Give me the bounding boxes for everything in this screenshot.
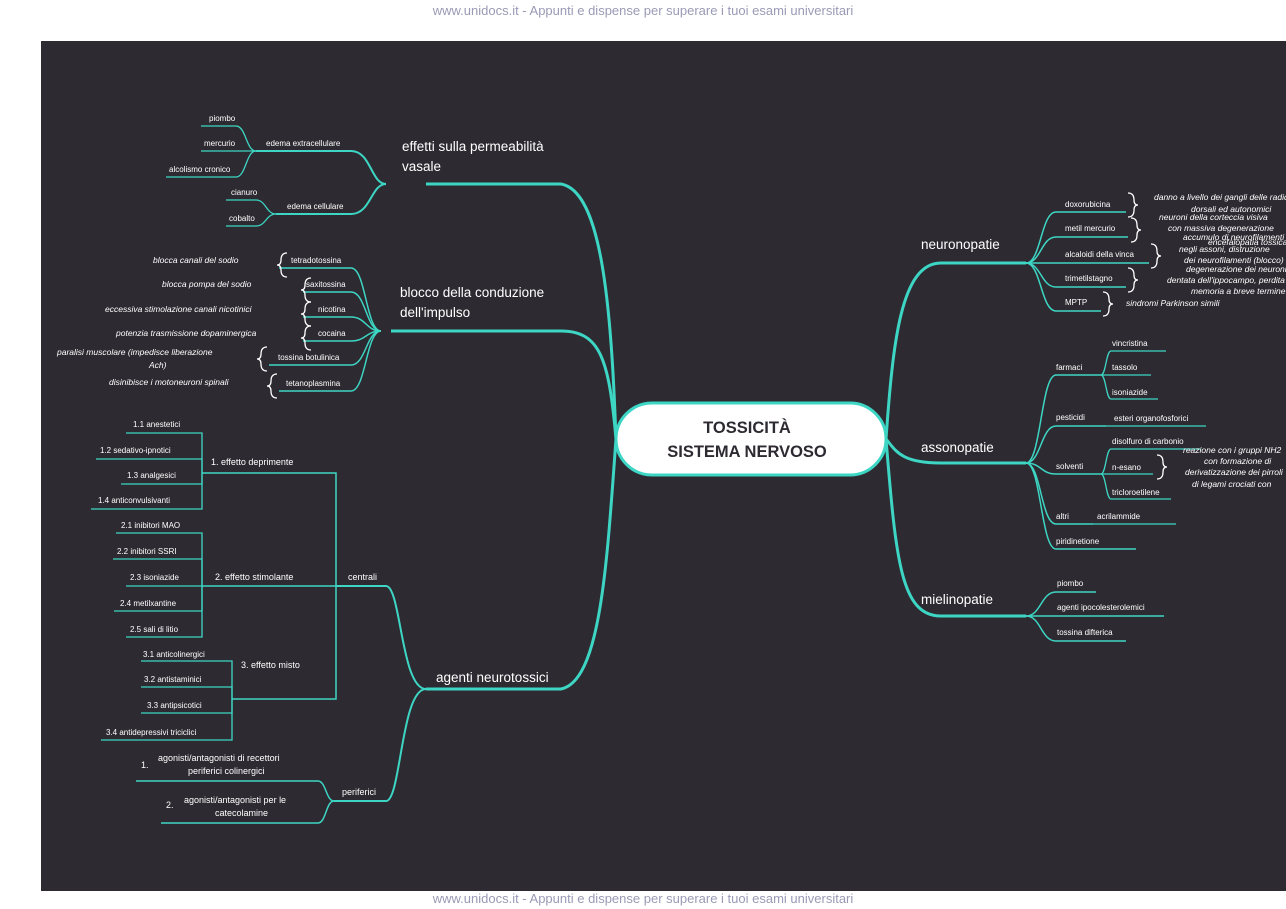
conduzione-item-5: tossina botulinica — [278, 353, 340, 362]
periferici-item-1-line1: agonisti/antagonisti di recettori — [158, 753, 280, 763]
misto-label: 3. effetto misto — [241, 660, 300, 670]
conduzione-note-6: disinibisce i motoneuroni spinali — [109, 377, 230, 387]
neuronopatie-note-3c: negli assoni, distruzione — [1179, 244, 1270, 254]
conduzione-note-4: potenzia trasmissione dopaminergica — [115, 328, 257, 338]
conduzione-item-6: tetanoplasmina — [286, 379, 341, 388]
branch-assonopatie-label: assonopatie — [921, 440, 994, 455]
branch-mielinopatie-label: mielinopatie — [921, 592, 993, 607]
farmaci-item-3: isoniazide — [1112, 388, 1148, 397]
neuronopatie-item-4: trimetilstagno — [1065, 274, 1113, 283]
stimolante-item-3: 2.3 isoniazide — [130, 573, 179, 582]
solventi-item-1: disolfuro di carbonio — [1112, 437, 1184, 446]
conduzione-note-3: eccessiva stimolazione canali nicotinici — [105, 304, 253, 314]
solventi-item-3: tricloroetilene — [1112, 488, 1160, 497]
neuronopatie-item-3: alcaloidi della vinca — [1065, 250, 1134, 259]
watermark-bottom: www.unidocs.it - Appunti e dispense per … — [432, 891, 854, 906]
branch-assonopatie[interactable]: assonopatie farmaci pesticidi solventi a… — [921, 339, 1284, 550]
deprimente-item-3: 1.3 analgesici — [127, 471, 176, 480]
neuronopatie-item-1: doxorubicina — [1065, 200, 1111, 209]
mielinopatie-item-2: agenti ipocolesterolemici — [1057, 603, 1145, 612]
edema-cellulare: edema cellulare — [287, 202, 344, 211]
branch-permeabilita-line2: vasale — [402, 159, 441, 174]
branch-mielinopatie[interactable]: mielinopatie piombo agenti ipocolesterol… — [921, 579, 1164, 642]
neuronopatie-note-4c: memoria a breve termine — [1191, 286, 1286, 296]
cell-item-2: cobalto — [229, 214, 255, 223]
branch-permeabilita-line1: effetti sulla permeabilità — [402, 139, 544, 154]
deprimente-item-2: 1.2 sedativo-ipnotici — [100, 446, 171, 455]
conduzione-note-5b: Ach) — [148, 360, 167, 370]
solventi-note-3: derivatizzazione dei pirroli — [1185, 467, 1284, 477]
stimolante-label: 2. effetto stimolante — [215, 572, 293, 582]
periferici-item-2-num: 2. — [166, 800, 174, 810]
periferici-item-2-line1: agonisti/antagonisti per le — [184, 795, 286, 805]
mielinopatie-item-3: tossina difterica — [1057, 628, 1113, 637]
neuronopatie-item-2: metil mercurio — [1065, 224, 1116, 233]
piridinetione-label: piridinetione — [1056, 537, 1100, 546]
pesticidi-item-1: esteri organofosforici — [1114, 414, 1188, 423]
misto-item-4: 3.4 antidepressivi triciclici — [106, 728, 196, 737]
solventi-note-2: con formazione di — [1204, 456, 1272, 466]
farmaci-item-2: tassolo — [1112, 363, 1138, 372]
neuronopatie-note-5: sindromi Parkinson simili — [1126, 298, 1221, 308]
deprimente-item-4: 1.4 anticonvulsivanti — [98, 496, 170, 505]
periferici-item-1-num: 1. — [141, 760, 149, 770]
conduzione-note-2: blocca pompa del sodio — [162, 279, 252, 289]
deprimente-item-1: 1.1 anestetici — [133, 420, 180, 429]
extracell-item-1: piombo — [209, 114, 236, 123]
branch-permeabilita[interactable]: effetti sulla permeabilità vasale edema … — [166, 114, 544, 227]
center-node[interactable]: TOSSICITÀ SISTEMA NERVOSO — [614, 401, 888, 477]
deprimente-label: 1. effetto deprimente — [211, 457, 293, 467]
farmaci-item-1: vincristina — [1112, 339, 1148, 348]
branch-neurotossici[interactable]: agenti neurotossici centrali periferici … — [91, 420, 549, 824]
branch-neuronopatie[interactable]: neuronopatie doxorubicina metil mercurio… — [921, 192, 1286, 317]
neuronopatie-note-4a: degenerazione dei neuroni granulari — [1186, 264, 1286, 274]
neuronopatie-note-1a: danno a livello dei gangli delle radici — [1154, 192, 1286, 202]
mielinopatie-item-1: piombo — [1057, 579, 1084, 588]
solventi-note-1: reazione con i gruppi NH2 — [1183, 445, 1282, 455]
stimolante-item-4: 2.4 metilxantine — [120, 599, 177, 608]
periferici-item-1-line2: periferici colinergici — [188, 766, 265, 776]
altri-label: altri — [1056, 512, 1069, 521]
conduzione-item-1: tetradotossina — [291, 256, 342, 265]
edema-extracellulare: edema extracellulare — [266, 139, 341, 148]
branch-neurotossici-label: agenti neurotossici — [436, 670, 549, 685]
mindmap-canvas: TOSSICITÀ SISTEMA NERVOSO effetti sulla … — [41, 41, 1286, 891]
periferici-label: periferici — [342, 787, 376, 797]
conduzione-note-5a: paralisi muscolare (impedisce liberazion… — [56, 347, 213, 357]
farmaci-label: farmaci — [1056, 363, 1082, 372]
neuronopatie-note-4b: dentata dell'ippocampo, perdita della — [1167, 275, 1286, 285]
cell-item-1: cianuro — [231, 188, 258, 197]
stimolante-item-5: 2.5 sali di litio — [130, 625, 179, 634]
center-title-line1: TOSSICITÀ — [703, 418, 791, 437]
conduzione-note-1: blocca canali del sodio — [153, 255, 239, 265]
periferici-item-2-line2: catecolamine — [215, 808, 268, 818]
extracell-item-2: mercurio — [204, 139, 236, 148]
watermark-top: www.unidocs.it - Appunti e dispense per … — [432, 3, 854, 18]
solventi-note-4: di legami crociati con — [1192, 479, 1272, 489]
neuronopatie-item-5: MPTP — [1065, 298, 1087, 307]
solventi-item-2: n-esano — [1112, 463, 1141, 472]
conduzione-item-2: saxitossina — [306, 280, 346, 289]
neuronopatie-note-2a: neuroni della corteccia visiva — [1159, 212, 1268, 222]
branch-neuronopatie-label: neuronopatie — [921, 237, 1000, 252]
misto-item-3: 3.3 antipsicotici — [147, 701, 202, 710]
mindmap-svg: TOSSICITÀ SISTEMA NERVOSO effetti sulla … — [56, 114, 1286, 824]
stimolante-item-2: 2.2 inibitori SSRI — [117, 547, 177, 556]
centrali-label: centrali — [348, 572, 377, 582]
misto-item-2: 3.2 antistaminici — [144, 675, 202, 684]
branch-conduzione-line2: dell'impulso — [400, 305, 470, 320]
pesticidi-label: pesticidi — [1056, 413, 1085, 422]
branch-conduzione[interactable]: blocco della conduzione dell'impulso tet… — [56, 252, 544, 399]
altri-item-1: acrilammide — [1097, 512, 1141, 521]
solventi-label: solventi — [1056, 462, 1083, 471]
misto-item-1: 3.1 anticolinergici — [143, 650, 205, 659]
branch-conduzione-line1: blocco della conduzione — [400, 285, 544, 300]
stimolante-item-1: 2.1 inibitori MAO — [121, 521, 180, 530]
conduzione-item-3: nicotina — [318, 305, 346, 314]
conduzione-item-4: cocaina — [318, 329, 346, 338]
extracell-item-3: alcolismo cronico — [169, 165, 231, 174]
center-title-line2: SISTEMA NERVOSO — [667, 443, 827, 461]
